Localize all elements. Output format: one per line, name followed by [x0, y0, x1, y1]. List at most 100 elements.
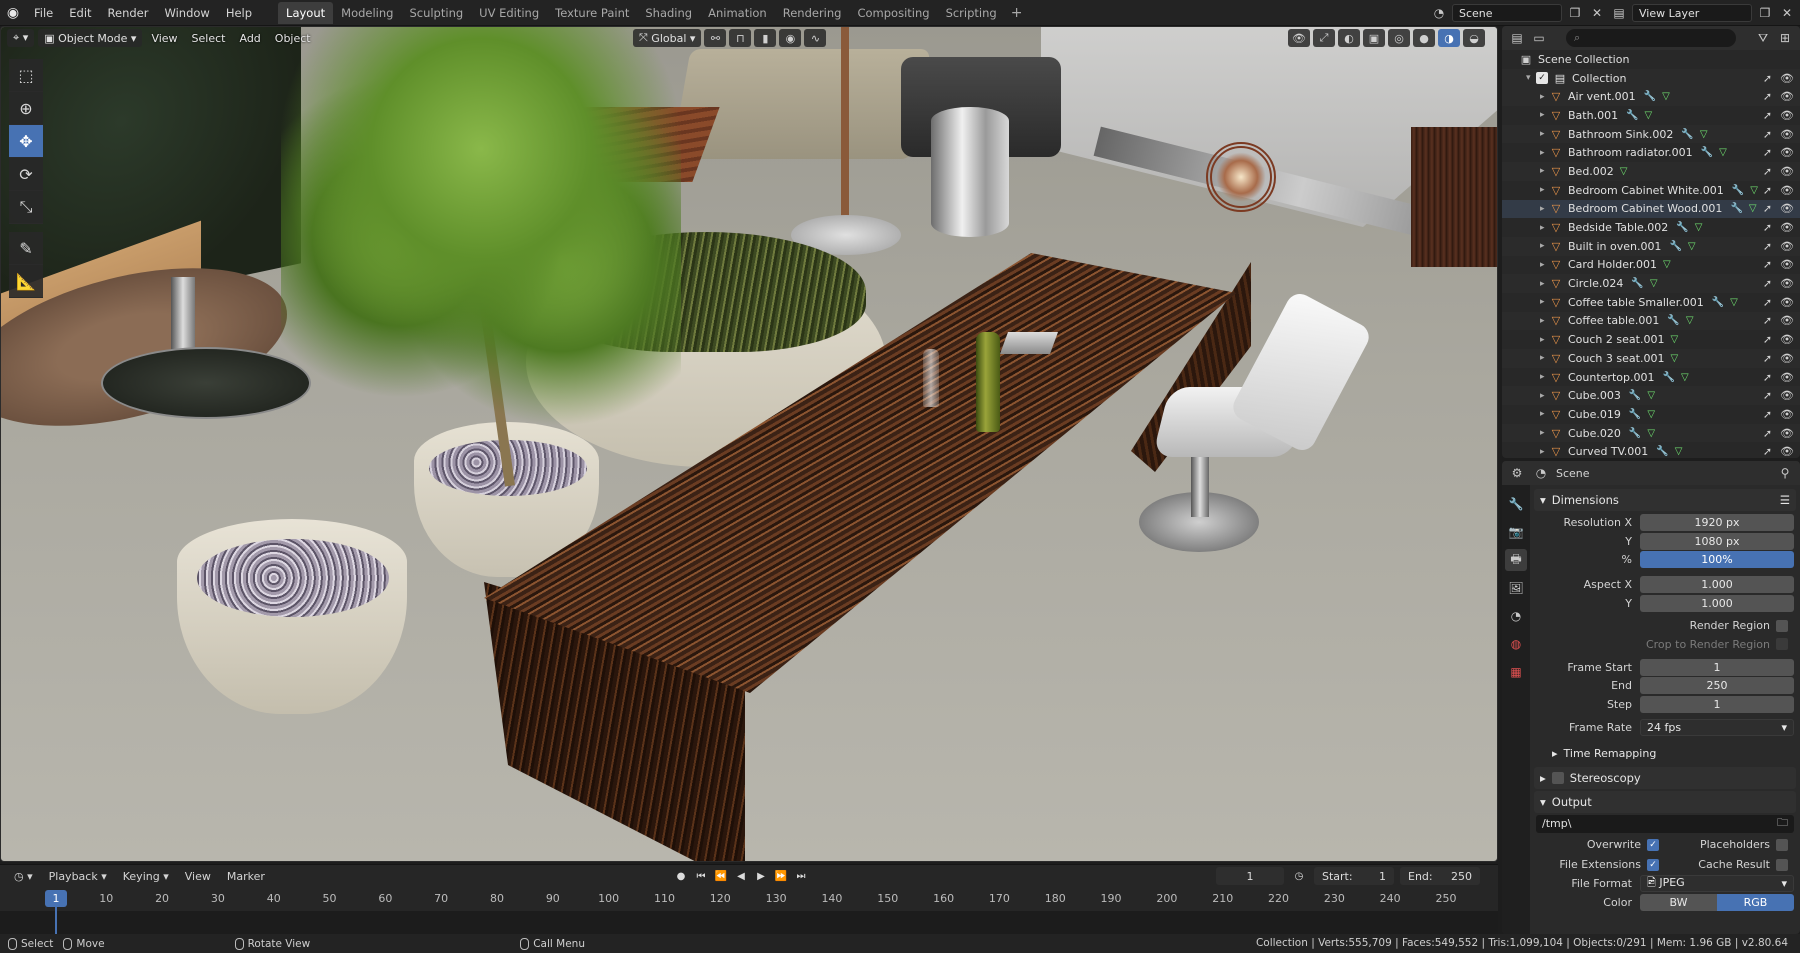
- view-layer-selector[interactable]: View Layer: [1632, 4, 1752, 22]
- select-arrow-icon[interactable]: ➚: [1763, 333, 1772, 346]
- color-bw-button[interactable]: BW: [1640, 894, 1717, 912]
- file-format-dropdown[interactable]: 🖻 JPEG ▾: [1640, 875, 1794, 893]
- cache-result-option[interactable]: Cache Result: [1665, 858, 1794, 871]
- start-frame-field[interactable]: Start: 1: [1314, 867, 1394, 885]
- tab-uv-editing[interactable]: UV Editing: [471, 2, 547, 24]
- display-mode-icon[interactable]: ▭: [1530, 29, 1548, 47]
- expand-icon[interactable]: ▸: [1540, 279, 1550, 289]
- output-path-field[interactable]: /tmp\ 🗀: [1536, 814, 1794, 833]
- eye-icon[interactable]: 👁: [1780, 296, 1794, 309]
- cursor-icon[interactable]: ⊕: [9, 92, 43, 125]
- menu-edit[interactable]: Edit: [61, 6, 99, 20]
- expand-icon[interactable]: ▸: [1540, 223, 1550, 233]
- rotate-icon[interactable]: ⟳: [9, 158, 43, 191]
- expand-icon[interactable]: ▸: [1540, 297, 1550, 307]
- select-arrow-icon[interactable]: ➚: [1763, 427, 1772, 440]
- outliner-item[interactable]: ▸ ▽ Bedroom Cabinet White.001 🔧 ▽ ➚ 👁: [1502, 181, 1800, 200]
- expand-icon[interactable]: ▸: [1540, 166, 1550, 176]
- select-arrow-icon[interactable]: ➚: [1763, 352, 1772, 365]
- play-icon[interactable]: ▶: [752, 867, 770, 885]
- editor-type-button[interactable]: ⌖ ▾: [7, 29, 35, 47]
- aspect-y-field[interactable]: 1.000: [1640, 594, 1794, 612]
- tab-rendering[interactable]: Rendering: [775, 2, 850, 24]
- expand-icon[interactable]: ▸: [1540, 335, 1550, 345]
- frame-step-field[interactable]: 1: [1640, 696, 1794, 714]
- outliner-item[interactable]: ▸ ▽ Couch 3 seat.001 ▽ ➚ 👁: [1502, 349, 1800, 368]
- eye-icon[interactable]: 👁: [1780, 445, 1794, 458]
- outliner-item[interactable]: ▸ ▽ Bedroom Cabinet Wood.001 🔧 ▽ ➚ 👁: [1502, 199, 1800, 219]
- select-arrow-icon[interactable]: ➚: [1763, 277, 1772, 290]
- outliner-item[interactable]: ▸ ▽ Coffee table Smaller.001 🔧 ▽ ➚ 👁: [1502, 293, 1800, 312]
- eye-icon[interactable]: 👁: [1780, 408, 1794, 421]
- new-collection-icon[interactable]: ⊞: [1776, 29, 1794, 47]
- eye-icon[interactable]: 👁: [1780, 146, 1794, 159]
- blender-logo-icon[interactable]: ◉: [0, 0, 26, 26]
- outliner-item[interactable]: ▸ ▽ Cube.003 🔧 ▽ ➚ 👁: [1502, 386, 1800, 406]
- expand-icon[interactable]: ▸: [1540, 372, 1550, 382]
- select-arrow-icon[interactable]: ➚: [1763, 72, 1772, 85]
- select-arrow-icon[interactable]: ➚: [1763, 221, 1772, 234]
- eye-icon[interactable]: 👁: [1780, 371, 1794, 384]
- crop-region-checkbox[interactable]: [1776, 638, 1788, 651]
- eye-icon[interactable]: 👁: [1780, 165, 1794, 178]
- view-layer-icon[interactable]: ▤: [1610, 4, 1628, 22]
- eye-icon[interactable]: 👁: [1780, 221, 1794, 234]
- copy-view-layer-icon[interactable]: ❐: [1756, 4, 1774, 22]
- outliner-item[interactable]: ▸ ▽ Card Holder.001 ▽ ➚ 👁: [1502, 256, 1800, 275]
- expand-icon[interactable]: ▸: [1540, 148, 1550, 158]
- scene-tab-icon[interactable]: ◔: [1505, 605, 1527, 627]
- select-arrow-icon[interactable]: ➚: [1763, 128, 1772, 141]
- presets-icon[interactable]: ☰: [1780, 493, 1796, 507]
- add-workspace-icon[interactable]: +: [1005, 5, 1029, 21]
- outliner-item[interactable]: ▸ ▽ Air vent.001 🔧 ▽ ➚ 👁: [1502, 87, 1800, 107]
- menu-file[interactable]: File: [26, 6, 61, 20]
- expand-icon[interactable]: ▸: [1540, 391, 1550, 401]
- viewport-menu-object[interactable]: Object: [270, 32, 316, 45]
- expand-icon[interactable]: ▸: [1540, 110, 1550, 120]
- eye-icon[interactable]: 👁: [1780, 128, 1794, 141]
- eye-icon[interactable]: 👁: [1780, 277, 1794, 290]
- outliner-item[interactable]: ▸ ▽ Bathroom radiator.001 🔧 ▽ ➚ 👁: [1502, 143, 1800, 162]
- pin-icon[interactable]: ⚲: [1776, 464, 1794, 482]
- eye-icon[interactable]: 👁: [1780, 72, 1794, 85]
- scale-icon[interactable]: ⤡: [9, 191, 43, 224]
- aspect-x-field[interactable]: 1.000: [1640, 575, 1794, 593]
- select-arrow-icon[interactable]: ➚: [1763, 389, 1772, 402]
- outliner-item[interactable]: ▸ ▽ Cube.020 🔧 ▽ ➚ 👁: [1502, 423, 1800, 443]
- viewport-menu-select[interactable]: Select: [187, 32, 231, 45]
- frame-rate-dropdown[interactable]: 24 fps ▾: [1640, 718, 1794, 736]
- select-arrow-icon[interactable]: ➚: [1763, 90, 1772, 103]
- select-box-icon[interactable]: ⬚: [9, 59, 43, 92]
- expand-icon[interactable]: ▸: [1540, 185, 1550, 195]
- timeline-menu-keying[interactable]: Keying ▾: [117, 870, 175, 883]
- expand-icon[interactable]: ▸: [1540, 409, 1550, 419]
- view-layer-tab-icon[interactable]: 🖼: [1505, 577, 1527, 599]
- eye-icon[interactable]: 👁: [1780, 258, 1794, 271]
- tab-animation[interactable]: Animation: [700, 2, 775, 24]
- tab-scripting[interactable]: Scripting: [938, 2, 1005, 24]
- collection-checkbox[interactable]: ✓: [1536, 72, 1548, 85]
- outliner-item[interactable]: ▸ ▽ Bedside Table.002 🔧 ▽ ➚ 👁: [1502, 218, 1800, 237]
- expand-icon[interactable]: ▸: [1540, 241, 1550, 251]
- outliner-item[interactable]: ▸ ▽ Countertop.001 🔧 ▽ ➚ 👁: [1502, 368, 1800, 387]
- resolution-percent-field[interactable]: 100%: [1640, 551, 1794, 569]
- select-arrow-icon[interactable]: ➚: [1763, 314, 1772, 327]
- texture-tab-icon[interactable]: ▦: [1505, 661, 1527, 683]
- stereoscopy-panel-header[interactable]: ▸ Stereoscopy: [1534, 766, 1796, 789]
- clock-icon[interactable]: ◷: [1290, 867, 1308, 885]
- close-scene-icon[interactable]: ✕: [1588, 4, 1606, 22]
- resolution-x-field[interactable]: 1920 px: [1640, 513, 1794, 531]
- current-frame-field[interactable]: 1: [1216, 867, 1284, 885]
- expand-icon[interactable]: ▸: [1540, 316, 1550, 326]
- expand-icon[interactable]: ▸: [1540, 129, 1550, 139]
- viewport-menu-add[interactable]: Add: [234, 32, 265, 45]
- dimensions-panel-header[interactable]: ▾ Dimensions ☰: [1534, 489, 1796, 511]
- time-remapping-header[interactable]: ▸ Time Remapping: [1534, 743, 1796, 765]
- tool-tab-icon[interactable]: 🔧: [1505, 493, 1527, 515]
- crop-region-row[interactable]: Crop to Render Region: [1542, 635, 1788, 654]
- select-arrow-icon[interactable]: ➚: [1763, 296, 1772, 309]
- eye-icon[interactable]: 👁: [1780, 333, 1794, 346]
- select-arrow-icon[interactable]: ➚: [1763, 240, 1772, 253]
- properties-editor-icon[interactable]: ⚙: [1508, 464, 1526, 482]
- render-tab-icon[interactable]: 📷: [1505, 521, 1527, 543]
